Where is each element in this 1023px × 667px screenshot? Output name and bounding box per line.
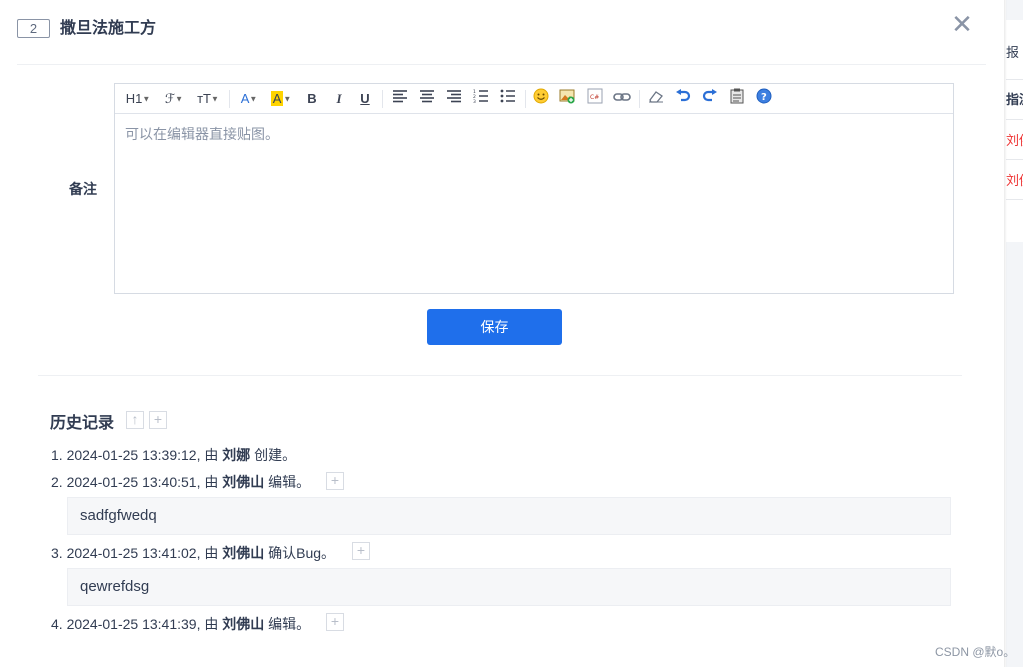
dialog-title: 撒旦法施工方: [60, 20, 157, 37]
align-center-icon[interactable]: [418, 88, 436, 110]
unordered-list-icon[interactable]: [499, 88, 517, 110]
bug-dialog: 2 撒旦法施工方 ✕ 备注 H1▼ ℱ▼ тT▼ A▼ A ▼ B I U 1 …: [0, 0, 1006, 667]
note-label: 备注: [69, 181, 97, 197]
history-item-detail: qewrefdsg: [67, 568, 951, 606]
arrow-up-icon: ↑: [131, 411, 139, 427]
history-item-action: 确认Bug。: [264, 545, 336, 561]
toolbar-separator: [639, 90, 640, 108]
help-icon[interactable]: ?: [755, 88, 773, 110]
history-item: 4. 2024-01-25 13:41:39, 由 刘佛山 编辑。: [51, 614, 310, 634]
history-item-user: 刘佛山: [222, 616, 265, 632]
history-item-user: 刘佛山: [222, 545, 265, 561]
history-item-expand-button[interactable]: +: [352, 542, 370, 560]
editor-content-area[interactable]: 可以在编辑器直接贴图。: [125, 124, 279, 144]
font-family-icon: ℱ: [164, 91, 176, 106]
background-row: 指派: [1006, 92, 1023, 107]
link-icon[interactable]: [613, 88, 631, 110]
history-title: 历史记录: [50, 415, 115, 432]
save-button[interactable]: 保存: [427, 309, 562, 345]
image-icon[interactable]: [559, 88, 577, 110]
underline-icon: U: [360, 91, 370, 106]
font-size-icon: тT: [197, 91, 211, 106]
history-item-user: 刘娜: [222, 447, 251, 463]
undo-icon[interactable]: [674, 88, 692, 110]
font-size-dropdown[interactable]: тT▼: [195, 88, 221, 110]
history-item: 3. 2024-01-25 13:41:02, 由 刘佛山 确认Bug。: [51, 543, 335, 563]
section-divider: [38, 375, 962, 376]
history-item-time: 4. 2024-01-25 13:41:39, 由: [51, 616, 223, 632]
paste-icon[interactable]: [728, 88, 746, 110]
font-color-button[interactable]: A▼: [237, 88, 261, 110]
svg-text:?: ?: [761, 92, 767, 103]
history-item-detail: sadfgfwedq: [67, 497, 951, 535]
history-item: 1. 2024-01-25 13:39:12, 由 刘娜 创建。: [51, 445, 296, 465]
bug-id-badge: 2: [17, 19, 50, 38]
bold-button[interactable]: B: [304, 88, 320, 110]
redo-icon[interactable]: [701, 88, 719, 110]
history-item-user: 刘佛山: [222, 474, 265, 490]
svg-text:3: 3: [473, 99, 476, 103]
toolbar-separator: [382, 90, 383, 108]
toolbar-separator: [525, 90, 526, 108]
editor-toolbar: H1▼ ℱ▼ тT▼ A▼ A ▼ B I U 123 C# ?: [115, 84, 953, 114]
background-divider: [1006, 159, 1023, 160]
history-item-time: 3. 2024-01-25 13:41:02, 由: [51, 545, 223, 561]
background-color-icon: A: [270, 91, 284, 106]
history-item-time: 2. 2024-01-25 13:40:51, 由: [51, 474, 223, 490]
background-divider: [1006, 79, 1023, 80]
background-divider: [1006, 119, 1023, 120]
history-item-action: 创建。: [250, 447, 297, 463]
ordered-list-icon[interactable]: 123: [472, 88, 490, 110]
history-item-time: 1. 2024-01-25 13:39:12, 由: [51, 447, 223, 463]
plus-icon: +: [356, 542, 366, 558]
align-right-icon[interactable]: [445, 88, 463, 110]
align-left-icon[interactable]: [391, 88, 409, 110]
history-sort-button[interactable]: ↑: [126, 411, 144, 429]
plus-icon: +: [330, 613, 340, 629]
history-item-expand-button[interactable]: +: [326, 613, 344, 631]
heading-dropdown[interactable]: H1▼: [124, 88, 152, 110]
history-item: 2. 2024-01-25 13:40:51, 由 刘佛山 编辑。: [51, 472, 310, 492]
header-divider: [17, 64, 986, 65]
font-family-dropdown[interactable]: ℱ▼: [162, 88, 186, 110]
eraser-icon[interactable]: [647, 88, 665, 110]
history-item-expand-button[interactable]: +: [326, 472, 344, 490]
history-item-action: 编辑。: [264, 616, 311, 632]
background-row: 报: [1006, 45, 1020, 60]
code-icon[interactable]: C#: [586, 88, 604, 110]
background-color-button[interactable]: A ▼: [268, 88, 294, 110]
toolbar-separator: [229, 90, 230, 108]
bold-icon: B: [307, 91, 317, 106]
close-icon[interactable]: ✕: [951, 11, 973, 37]
emoticon-icon[interactable]: [532, 88, 550, 110]
underline-button[interactable]: U: [357, 88, 373, 110]
italic-icon: I: [336, 91, 342, 106]
dialog-shadow: [1004, 0, 1007, 667]
plus-icon: +: [153, 411, 163, 427]
svg-text:C#: C#: [590, 94, 599, 101]
history-expand-all-button[interactable]: +: [149, 411, 167, 429]
plus-icon: +: [330, 472, 340, 488]
heading-label: H1: [125, 91, 143, 106]
italic-button[interactable]: I: [331, 88, 347, 110]
background-row: 刘佛: [1006, 173, 1023, 188]
background-divider: [1006, 199, 1023, 200]
watermark: CSDN @默o。: [935, 645, 1016, 659]
history-item-action: 编辑。: [264, 474, 311, 490]
background-row: 刘佛: [1006, 133, 1023, 148]
rich-text-editor: H1▼ ℱ▼ тT▼ A▼ A ▼ B I U 123 C# ? 可以在编辑器直…: [114, 83, 954, 294]
